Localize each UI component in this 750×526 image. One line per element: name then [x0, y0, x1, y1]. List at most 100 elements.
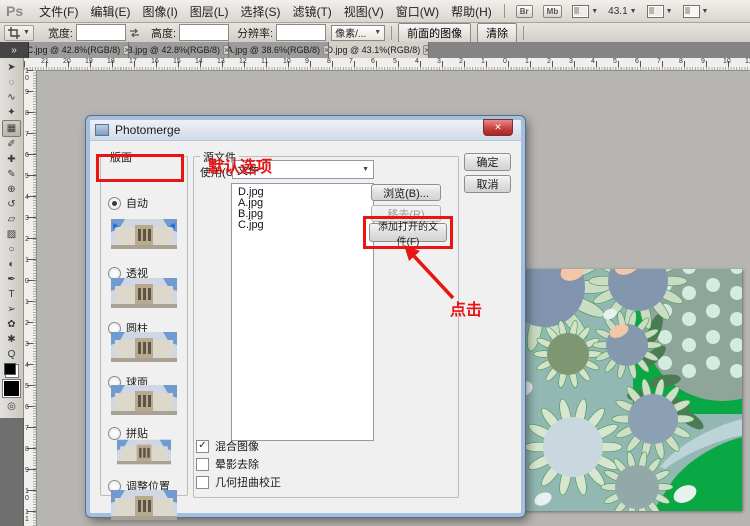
document-tab[interactable]: A.jpg @ 38.6%(RGB/8)× [229, 42, 329, 58]
brush-tool[interactable]: ✎ [3, 167, 20, 182]
chevron-down-icon: ▼ [374, 29, 381, 36]
ruler-number: 7 [25, 131, 32, 138]
menu-选择(S)[interactable]: 选择(S) [234, 1, 286, 22]
ruler-number: 4 [591, 58, 595, 65]
width-input[interactable] [76, 24, 126, 41]
chevron-down-icon: ▼ [702, 8, 709, 15]
arrange-documents-icon [647, 5, 664, 18]
path-selection-tool[interactable]: ➢ [3, 302, 20, 317]
zoom-tool[interactable]: Q [3, 347, 20, 362]
canvas-image-djpg[interactable] [515, 269, 742, 511]
move-tool[interactable]: ➤ [3, 60, 20, 75]
checkbox-几何扭曲校正[interactable]: 几何扭曲校正 [196, 474, 281, 490]
zoom-level-dropdown[interactable]: 43.1 ▼ [608, 6, 636, 17]
ruler-number: 2 [547, 58, 551, 65]
menu-滤镜(T)[interactable]: 滤镜(T) [286, 1, 337, 22]
ruler-number: 3 [569, 58, 573, 65]
menu-编辑(E)[interactable]: 编辑(E) [84, 1, 136, 22]
options-bar: ▼ 宽度: 高度: 分辨率: 像素/... ▼ 前面的图像 清除 [0, 23, 750, 43]
clone-stamp-tool[interactable]: ⊕ [3, 182, 20, 197]
ruler-number: 19 [85, 58, 93, 65]
ruler-number: 11 [261, 58, 268, 65]
blur-tool[interactable]: ○ [3, 242, 20, 257]
browse-button[interactable]: 浏览(B)... [371, 184, 441, 201]
menu-图层(L)[interactable]: 图层(L) [184, 1, 235, 22]
menu-视图(V)[interactable]: 视图(V) [338, 1, 390, 22]
crop-tool[interactable]: ▦ [2, 120, 21, 137]
ok-button[interactable]: 确定 [464, 153, 511, 171]
file-list-item[interactable]: C.jpg [238, 220, 373, 231]
ruler-number: 4 [415, 58, 419, 65]
shape-tool[interactable]: ✿ [3, 317, 20, 332]
ruler-number: 8 [679, 58, 683, 65]
foreground-color-swatch[interactable] [3, 380, 20, 397]
document-tab-label: B.jpg @ 42.8%(RGB/8) [129, 45, 220, 55]
ruler-number: 6 [371, 58, 375, 65]
ruler-number: 14 [195, 58, 203, 65]
pen-tool[interactable]: ✒ [3, 272, 20, 287]
default-colors-icon[interactable] [4, 363, 16, 375]
bridge-button[interactable]: Br [516, 5, 533, 18]
ruler-number: 11 [745, 58, 750, 65]
hand-tool[interactable]: ✱ [3, 332, 20, 347]
mini-bridge-button[interactable]: Mb [543, 5, 563, 18]
menu-窗口(W)[interactable]: 窗口(W) [390, 1, 445, 22]
dialog-title: Photomerge [115, 123, 180, 137]
ruler-number: 1 [25, 299, 32, 306]
type-tool[interactable]: T [3, 287, 20, 302]
layout-option-自动[interactable]: 自动 [108, 195, 148, 211]
checkbox-混合图像[interactable]: ✓混合图像 [196, 438, 259, 454]
quick-selection-tool[interactable]: ✦ [3, 105, 20, 120]
ruler-number: 10 [283, 58, 291, 65]
resolution-unit-dropdown[interactable]: 像素/... ▼ [331, 25, 385, 41]
ruler-number: 5 [613, 58, 617, 65]
quick-mask-button[interactable]: ◎ [3, 399, 20, 414]
radio-icon [108, 197, 121, 210]
tab-close-icon[interactable]: × [423, 45, 429, 55]
ruler-number: 10 [25, 488, 32, 502]
screen-mode-icon [683, 5, 700, 18]
gradient-tool[interactable]: ▨ [3, 227, 20, 242]
menu-帮助(H)[interactable]: 帮助(H) [445, 1, 498, 22]
document-tab[interactable]: C.jpg @ 42.8%(RGB/8)× [29, 42, 129, 58]
layout-thumbnail [108, 490, 180, 520]
view-extras-button[interactable]: ▼ [572, 5, 598, 18]
source-file-list[interactable]: D.jpgA.jpgB.jpgC.jpg [231, 183, 374, 441]
annotation-default-option-label: 默认选项 [208, 153, 272, 177]
document-tab-label: A.jpg @ 38.6%(RGB/8) [229, 45, 320, 55]
collapse-panels-button[interactable]: » [0, 42, 29, 58]
dodge-tool[interactable]: ◐ [3, 257, 20, 272]
chevron-down-icon: ▼ [23, 29, 30, 36]
view-extras-icon [572, 5, 589, 18]
layout-thumbnail [111, 332, 177, 362]
dialog-title-bar[interactable]: Photomerge [90, 120, 521, 141]
layout-thumbnail [117, 437, 171, 467]
resolution-input[interactable] [276, 24, 326, 41]
front-image-button[interactable]: 前面的图像 [398, 23, 471, 43]
layout-thumbnail [111, 278, 177, 308]
clear-button[interactable]: 清除 [477, 23, 517, 43]
lasso-tool[interactable]: ∿ [3, 90, 20, 105]
menu-文件(F)[interactable]: 文件(F) [33, 1, 84, 22]
marquee-tool[interactable]: ◌ [3, 75, 20, 90]
menu-图像(I)[interactable]: 图像(I) [136, 1, 183, 22]
tool-preset-picker[interactable]: ▼ [4, 25, 34, 41]
separator [391, 26, 392, 40]
ruler-number: 0 [25, 278, 32, 285]
checkbox-晕影去除[interactable]: 晕影去除 [196, 456, 259, 472]
screen-mode-button[interactable]: ▼ [683, 5, 709, 18]
cancel-button[interactable]: 取消 [464, 175, 511, 193]
document-tab[interactable]: B.jpg @ 42.8%(RGB/8)× [129, 42, 229, 58]
history-brush-tool[interactable]: ↺ [3, 197, 20, 212]
healing-brush-tool[interactable]: ✚ [3, 152, 20, 167]
eraser-tool[interactable]: ▱ [3, 212, 20, 227]
close-button[interactable]: ✕ [483, 119, 513, 136]
arrange-documents-button[interactable]: ▼ [647, 5, 673, 18]
eyedropper-tool[interactable]: ✐ [3, 137, 20, 152]
ruler-number: 17 [129, 58, 137, 65]
bridge-icon: Br [516, 5, 533, 18]
height-input[interactable] [179, 24, 229, 41]
resolution-unit-value: 像素/... [335, 25, 366, 40]
swap-dimensions-icon[interactable] [128, 28, 141, 38]
document-tab[interactable]: D.jpg @ 43.1%(RGB/8)× [329, 42, 429, 58]
